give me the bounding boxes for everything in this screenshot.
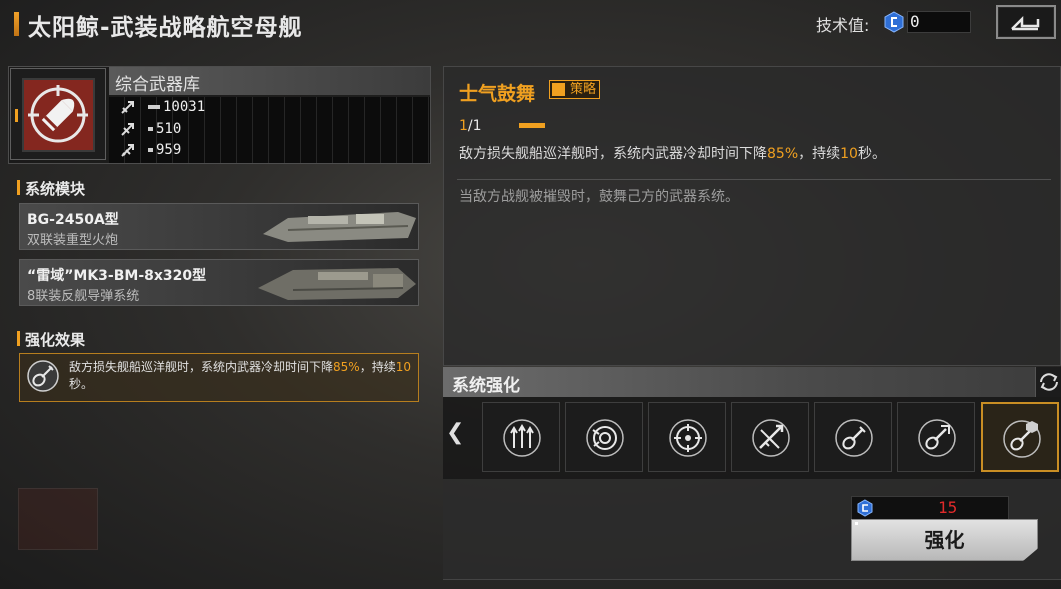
refresh-button[interactable] <box>1035 367 1061 397</box>
skill-desc-duration: 10 <box>840 146 858 162</box>
stat-range: 959 <box>120 142 181 158</box>
skill-level-current: 1 <box>459 118 468 134</box>
effect-text-before: 敌方损失舰船巡洋舰时，系统内武器冷却时间下降 <box>69 360 334 374</box>
strategy-icon <box>552 83 565 96</box>
enhance-slot[interactable] <box>482 402 560 472</box>
module-title: BG-2450A型 <box>27 212 119 228</box>
shell-icon <box>28 85 88 143</box>
tech-value-field: 0 <box>907 11 971 33</box>
tech-value-label: 技术值: <box>816 16 870 35</box>
module-subtitle: 8联装反舰导弹系统 <box>27 289 140 304</box>
skill-desc-after: 秒。 <box>857 146 886 162</box>
page-title: 太阳鲸-武装战略航空母舰 <box>28 15 303 41</box>
guitar-icon <box>835 419 873 457</box>
divider <box>457 179 1051 180</box>
guitar-upgrade-icon <box>27 360 59 392</box>
tech-point-icon <box>884 11 904 33</box>
button-corner-mark <box>855 522 858 525</box>
skill-level-max: /1 <box>467 118 482 134</box>
back-button[interactable] <box>996 5 1056 39</box>
ship-thumbnail-icon <box>263 212 416 242</box>
crosshair-icon <box>669 419 707 457</box>
missile-cross-icon <box>752 419 790 457</box>
module-item[interactable]: BG-2450A型 双联装重型火炮 <box>19 203 419 250</box>
enhance-slot[interactable] <box>897 402 975 472</box>
scroll-left-arrow[interactable]: ❮ <box>446 420 464 445</box>
guitar-rocket-icon <box>918 419 956 457</box>
module-subtitle: 双联装重型火炮 <box>27 233 119 248</box>
stat-fire-rate-value: 510 <box>156 121 182 137</box>
title-accent <box>14 12 19 36</box>
radar-sweep-icon <box>586 419 624 457</box>
system-modules-heading: 系统模块 <box>17 178 85 199</box>
refresh-icon <box>1040 373 1058 391</box>
guitar-upgrade-icon <box>1003 420 1041 458</box>
effect-text-after: 秒。 <box>69 377 94 391</box>
enhance-slot[interactable] <box>814 402 892 472</box>
effect-percent: 85% <box>333 360 360 374</box>
skill-condition: 当敌方战舰被摧毁时，鼓舞己方的武器系统。 <box>459 189 739 205</box>
skill-level: 1/1 <box>459 118 482 134</box>
system-enhance-header <box>443 367 1061 397</box>
background-decoration <box>18 488 98 550</box>
return-icon <box>1011 15 1040 31</box>
skill-desc-mid: ，持续 <box>798 146 841 162</box>
stat-range-value: 959 <box>156 142 182 158</box>
enhance-slot-selected[interactable] <box>981 402 1059 472</box>
weapon-name: 综合武器库 <box>115 75 200 95</box>
enhance-slot[interactable] <box>648 402 726 472</box>
system-enhance-title: 系统强化 <box>452 376 520 396</box>
skill-desc-before: 敌方损失舰船巡洋舰时，系统内武器冷却时间下降 <box>459 146 767 162</box>
skill-desc-percent: 85% <box>767 146 799 162</box>
skill-detail-panel <box>443 66 1061 366</box>
range-icon <box>121 144 134 157</box>
ship-thumbnail-icon <box>258 268 416 300</box>
cost-display <box>851 496 1009 520</box>
stat-damage-value: 10031 <box>163 99 206 115</box>
enhance-effect-text: 敌方损失舰船巡洋舰时，系统内武器冷却时间下降85%，持续10 秒。 <box>69 359 413 393</box>
enhance-slot[interactable] <box>731 402 809 472</box>
effect-text-mid: ，持续 <box>359 360 396 374</box>
skill-description: 敌方损失舰船巡洋舰时，系统内武器冷却时间下降85%，持续10秒。 <box>459 143 886 163</box>
stat-damage: 10031 <box>120 99 205 115</box>
effect-duration: 10 <box>395 360 411 374</box>
stat-fire-rate: 510 <box>120 121 181 137</box>
enhance-slot[interactable] <box>565 402 643 472</box>
module-title: “雷域”MK3-BM-8x320型 <box>27 268 207 284</box>
weapon-icon-marker <box>15 109 18 122</box>
triple-arrow-icon <box>503 419 541 457</box>
weapon-icon-tile[interactable] <box>22 78 95 152</box>
skill-level-bar <box>519 123 545 128</box>
skill-title: 士气鼓舞 <box>459 83 536 105</box>
damage-icon <box>121 101 134 114</box>
module-item[interactable]: “雷域”MK3-BM-8x320型 8联装反舰导弹系统 <box>19 259 419 306</box>
cost-value: 15 <box>938 498 958 517</box>
fire-rate-icon <box>121 123 134 136</box>
tech-point-icon <box>857 499 873 517</box>
enhance-button[interactable]: 强化 <box>851 519 1038 561</box>
enhance-effect-heading: 强化效果 <box>17 329 85 350</box>
